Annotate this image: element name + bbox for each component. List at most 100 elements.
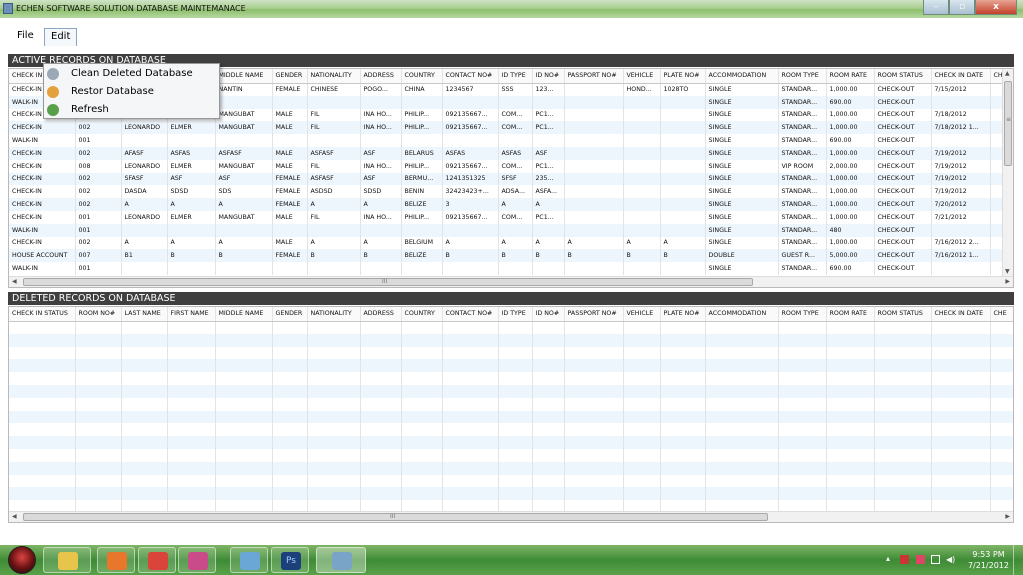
column-header[interactable]: CONTACT NO# — [442, 69, 499, 84]
table-cell[interactable] — [931, 134, 991, 147]
scroll-right-icon[interactable]: ▶ — [1005, 278, 1010, 285]
table-cell[interactable]: CHECK-OUT — [874, 95, 932, 109]
table-cell[interactable] — [564, 121, 624, 135]
column-header[interactable]: ADDRESS — [360, 307, 402, 322]
table-cell[interactable]: FEMALE — [272, 198, 308, 211]
table-cell[interactable] — [564, 134, 624, 147]
table-cell[interactable]: MANGUBAT — [215, 210, 273, 224]
table-cell[interactable] — [360, 223, 402, 237]
table-cell[interactable]: HOND... — [623, 83, 661, 96]
table-cell[interactable]: 1,000.00 — [826, 146, 875, 160]
table-cell[interactable]: SINGLE — [705, 223, 779, 237]
table-row[interactable]: CHECK-IN 008 LEONARDO ELMER MANGUBAT MALE FIL I… — [9, 159, 1002, 173]
table-cell[interactable]: A — [498, 198, 533, 211]
table-cell[interactable]: CHECK-OUT — [874, 121, 932, 135]
table-cell[interactable]: A — [307, 236, 361, 250]
table-cell[interactable]: CHECK-OUT — [874, 83, 932, 96]
table-cell[interactable]: 1,000.00 — [826, 172, 875, 186]
table-cell[interactable]: SINGLE — [705, 185, 779, 199]
table-cell[interactable]: B1 — [121, 249, 168, 263]
column-header[interactable]: ROOM RATE — [826, 69, 875, 84]
active-horizontal-scrollbar[interactable]: ◀ III ▶ — [9, 276, 1013, 287]
table-cell[interactable]: B — [660, 249, 706, 263]
table-cell[interactable] — [660, 95, 706, 109]
taskbar-button-photoshop[interactable]: Ps — [271, 547, 309, 573]
column-header[interactable]: PASSPORT NO# — [564, 307, 624, 322]
active-h-thumb[interactable]: III — [23, 278, 753, 286]
table-cell[interactable]: A — [121, 236, 168, 250]
taskbar-button-notepad[interactable] — [230, 547, 268, 573]
table-cell[interactable]: 7/16/2012 2... — [931, 236, 991, 250]
table-cell[interactable]: VIP ROOM — [778, 159, 827, 173]
table-cell[interactable]: 001 — [75, 134, 122, 147]
table-cell[interactable]: ASFAS — [498, 146, 533, 160]
table-cell[interactable] — [990, 223, 1002, 237]
table-cell[interactable]: ASF — [532, 146, 565, 160]
table-cell[interactable]: 32423423+... — [442, 185, 499, 199]
table-cell[interactable]: NANTIN — [215, 83, 273, 96]
table-cell[interactable]: A — [564, 236, 624, 250]
taskbar-button-chrome[interactable] — [138, 547, 176, 573]
table-cell[interactable] — [167, 262, 216, 275]
column-header[interactable]: GENDER — [272, 69, 308, 84]
table-cell[interactable]: 690.00 — [826, 95, 875, 109]
table-cell[interactable]: INA HO... — [360, 108, 402, 122]
table-cell[interactable]: STANDAR... — [778, 108, 827, 122]
table-cell[interactable] — [498, 262, 533, 275]
table-row[interactable]: CHECK-IN 002 A A A MALE A A BELGIUM A A A A A A SINGLE S… — [9, 236, 1002, 250]
table-cell[interactable] — [307, 95, 361, 109]
table-cell[interactable]: A — [498, 236, 533, 250]
table-cell[interactable]: B — [498, 249, 533, 263]
table-cell[interactable] — [564, 172, 624, 186]
table-cell[interactable]: CHECK-OUT — [874, 210, 932, 224]
table-cell[interactable]: SINGLE — [705, 146, 779, 160]
table-cell[interactable]: MALE — [272, 108, 308, 122]
table-cell[interactable]: CHECK-OUT — [874, 108, 932, 122]
table-cell[interactable]: SDS — [215, 185, 273, 199]
table-cell[interactable] — [623, 95, 661, 109]
table-cell[interactable] — [990, 198, 1002, 211]
table-cell[interactable]: CHECK-OUT — [874, 249, 932, 263]
column-header[interactable]: GENDER — [272, 307, 308, 322]
table-row[interactable]: CHECK-IN 002 DASDA SDSD SDS FEMALE ASDSD SDSD BE… — [9, 185, 1002, 199]
table-cell[interactable]: CHECK-IN — [9, 185, 76, 199]
table-cell[interactable]: 002 — [75, 121, 122, 135]
table-cell[interactable] — [360, 95, 402, 109]
table-cell[interactable]: B — [215, 249, 273, 263]
table-cell[interactable] — [272, 223, 308, 237]
table-cell[interactable]: ASFA... — [532, 185, 565, 199]
table-cell[interactable] — [442, 134, 499, 147]
table-cell[interactable] — [990, 159, 1002, 173]
start-button[interactable] — [8, 546, 36, 574]
table-cell[interactable] — [532, 134, 565, 147]
table-cell[interactable]: 1,000.00 — [826, 108, 875, 122]
taskbar-button-app-icon[interactable] — [178, 547, 216, 573]
table-cell[interactable]: PHILIP... — [401, 121, 443, 135]
table-cell[interactable]: 001 — [75, 210, 122, 224]
table-row[interactable]: WALK-IN 001 SINGLE STANDAR... 480 CHECK-OUT — [9, 223, 1002, 237]
table-cell[interactable]: 7/19/2012 — [931, 159, 991, 173]
table-cell[interactable] — [623, 210, 661, 224]
column-header[interactable]: CONTACT NO# — [442, 307, 499, 322]
table-cell[interactable]: SSS — [498, 83, 533, 96]
table-cell[interactable] — [442, 95, 499, 109]
table-cell[interactable]: 7/18/2012 — [931, 108, 991, 122]
table-cell[interactable]: 002 — [75, 185, 122, 199]
column-header[interactable]: MIDDLE NAME — [215, 307, 273, 322]
table-cell[interactable]: COM... — [498, 108, 533, 122]
table-cell[interactable]: MANGUBAT — [215, 159, 273, 173]
table-cell[interactable] — [442, 223, 499, 237]
table-cell[interactable]: ELMER — [167, 159, 216, 173]
table-cell[interactable]: COM... — [498, 210, 533, 224]
table-cell[interactable] — [532, 223, 565, 237]
table-cell[interactable] — [623, 262, 661, 275]
column-header[interactable]: CHECK IN DATE — [931, 69, 991, 84]
table-cell[interactable]: 002 — [75, 172, 122, 186]
table-cell[interactable]: ELMER — [167, 121, 216, 135]
column-header[interactable]: ROOM NO# — [75, 307, 122, 322]
column-header[interactable]: FIRST NAME — [167, 307, 216, 322]
table-cell[interactable]: STANDAR... — [778, 236, 827, 250]
table-cell[interactable]: 1,000.00 — [826, 210, 875, 224]
table-cell[interactable]: 001 — [75, 223, 122, 237]
table-cell[interactable] — [990, 108, 1002, 122]
